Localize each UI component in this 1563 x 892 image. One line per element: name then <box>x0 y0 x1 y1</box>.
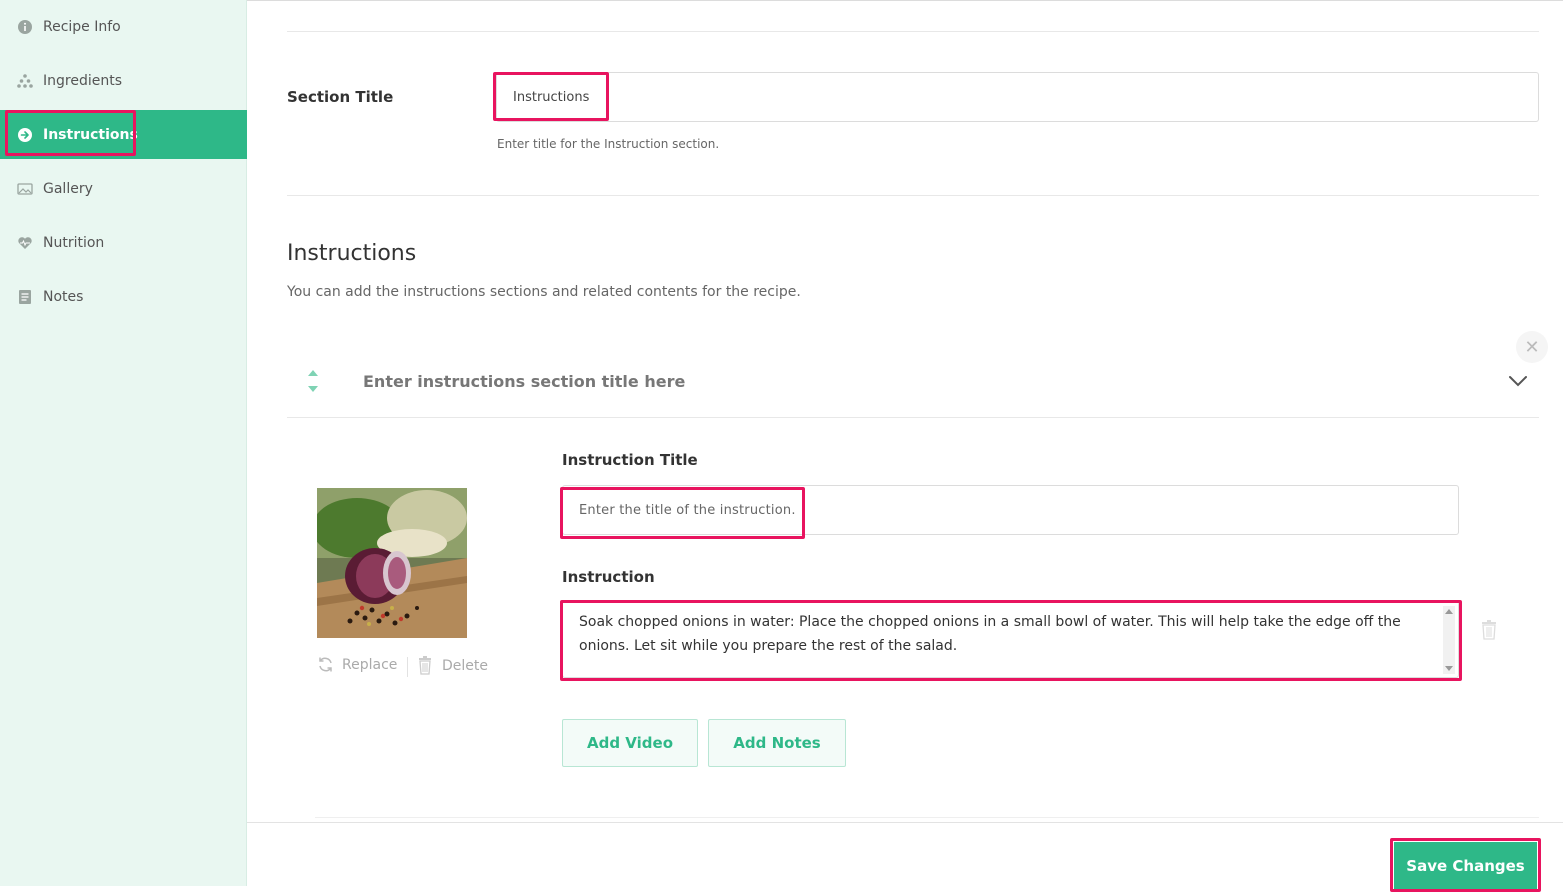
refresh-icon <box>317 656 334 673</box>
instruction-label: Instruction <box>562 568 655 586</box>
sidebar-item-label: Recipe Info <box>43 18 121 35</box>
sidebar-item-nutrition[interactable]: Nutrition <box>0 218 247 267</box>
divider <box>407 657 408 677</box>
delete-instruction-icon[interactable] <box>1481 620 1497 640</box>
sidebar-item-recipe-info[interactable]: Recipe Info <box>0 2 247 51</box>
section-title-input[interactable]: Instructions <box>496 72 1539 122</box>
textarea-scrollbar[interactable] <box>1443 606 1455 674</box>
heartbeat-icon <box>17 235 33 251</box>
replace-image-button[interactable]: Replace <box>317 656 397 673</box>
divider <box>315 817 1539 818</box>
sidebar-item-label: Gallery <box>43 180 93 197</box>
instruction-image <box>317 488 467 638</box>
sidebar-item-ingredients[interactable]: Ingredients <box>0 56 247 105</box>
instruction-textarea[interactable]: Soak chopped onions in water: Place the … <box>562 601 1459 678</box>
instruction-title-label: Instruction Title <box>562 451 698 469</box>
instructions-heading: Instructions <box>287 241 417 266</box>
add-video-button[interactable]: Add Video <box>562 719 698 767</box>
section-title-label: Section Title <box>287 88 394 106</box>
drag-handle-icon[interactable] <box>304 368 322 394</box>
section-title-help: Enter title for the Instruction section. <box>497 137 720 151</box>
sidebar-item-gallery[interactable]: Gallery <box>0 164 247 213</box>
footer-bar <box>247 822 1563 892</box>
save-changes-button[interactable]: Save Changes <box>1394 842 1537 889</box>
delete-label: Delete <box>442 657 488 674</box>
trash-icon <box>418 656 432 675</box>
sidebar-item-label: Notes <box>43 288 84 305</box>
sidebar-item-label: Instructions <box>43 126 138 143</box>
instructions-description: You can add the instructions sections an… <box>287 284 801 300</box>
sidebar-item-label: Ingredients <box>43 72 122 89</box>
sidebar-item-notes[interactable]: Notes <box>0 272 247 321</box>
chevron-down-icon[interactable] <box>1507 372 1529 390</box>
gallery-icon <box>17 181 33 197</box>
arrow-right-circle-icon <box>17 127 33 143</box>
sidebar-item-label: Nutrition <box>43 234 105 251</box>
sidebar-item-instructions[interactable]: Instructions <box>0 110 247 159</box>
sidebar: Recipe Info Ingredients Instructions Gal… <box>0 0 247 886</box>
add-notes-button[interactable]: Add Notes <box>708 719 846 767</box>
top-divider <box>247 0 1563 1</box>
close-icon[interactable]: ✕ <box>1516 331 1548 363</box>
divider <box>287 195 1539 196</box>
instruction-title-input[interactable]: Enter the title of the instruction. <box>562 485 1459 535</box>
divider <box>287 417 1539 418</box>
instructions-section-title[interactable]: Enter instructions section title here <box>363 372 685 391</box>
info-icon <box>17 19 33 35</box>
delete-image-button[interactable]: Delete <box>418 656 488 675</box>
divider <box>287 31 1539 32</box>
replace-label: Replace <box>342 656 398 673</box>
ingredients-icon <box>17 73 33 89</box>
instruction-text: Soak chopped onions in water: Place the … <box>579 614 1401 654</box>
notes-icon <box>17 289 33 305</box>
